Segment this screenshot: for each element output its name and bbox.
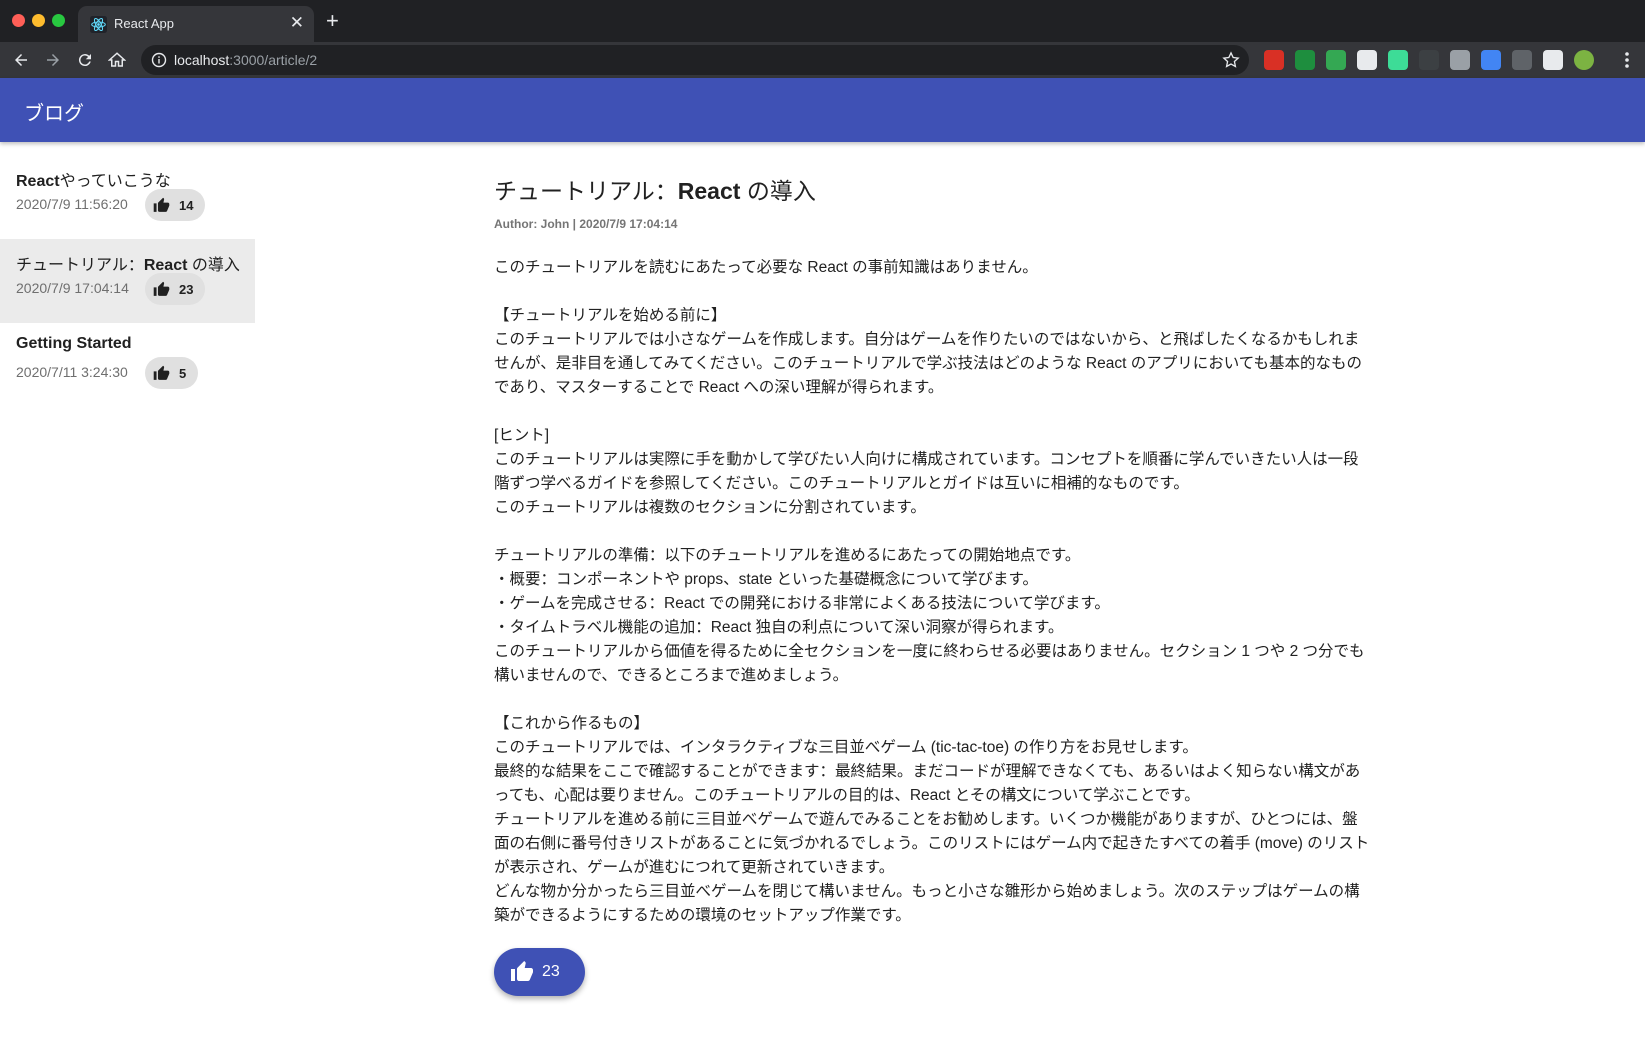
article-line: [ヒント] [494,427,550,444]
article-list: Reactやっていこうな 2020/7/9 11:56:20 14 チュートリア… [0,155,255,407]
like-count: 14 [179,197,194,213]
article-list-item-2[interactable]: チュートリアル：React の導入 2020/7/9 17:04:14 23 [0,239,255,323]
article-list-item-date: 2020/7/9 17:04:14 [16,280,129,296]
article-list-item-date: 2020/7/11 3:24:30 [16,364,128,380]
article-line: チュートリアルの準備：以下のチュートリアルを進めるにあたっての開始地点です。 [494,547,1081,564]
article-line: であり、マスターすることで React への深い理解が得られます。 [494,379,944,396]
puzzle-icon[interactable] [1543,50,1563,70]
maximize-window-button[interactable] [52,14,65,27]
like-count: 23 [179,281,194,297]
thumb-up-icon [153,281,170,296]
article-line: 築ができるようにするための環境のセットアップ作業です。 [494,907,911,924]
ext-target-icon[interactable] [1326,50,1346,70]
ext-dark-circle-icon[interactable] [1419,50,1439,70]
article-list-item-title: Reactやっていこうな [16,173,171,190]
article-list-item-title: Getting Started [16,335,132,352]
article-line: このチュートリアルは複数のセクションに分割されています。 [494,499,926,516]
article-list-item-3[interactable]: Getting Started 2020/7/11 3:24:30 5 [0,323,255,407]
article-line: このチュートリアルを読むにあたって必要な React の事前知識はありません。 [494,259,1038,276]
app-title[interactable]: ブログ [24,97,84,126]
forward-arrow-icon[interactable] [41,48,65,72]
thumb-up-icon [153,365,170,380]
like-count: 23 [542,963,560,980]
ext-grammar-icon[interactable] [1357,50,1377,70]
article-line: このチュートリアルでは小さなゲームを作成します。自分はゲームを作りたいのではない… [494,331,1360,348]
tab-strip: React App ✕ + [0,0,1645,42]
article-line: チュートリアルを進める前に三目並べゲームで遊んでみることをお勧めします。いくつか… [494,811,1358,828]
ext-vue-icon[interactable] [1450,50,1470,70]
article-line: せんが、是非目を通してみてください。このチュートリアルで学ぶ技法はどのような R… [494,355,1362,372]
ext-cube-icon[interactable] [1512,50,1532,70]
back-arrow-icon[interactable] [9,48,33,72]
new-tab-icon[interactable]: + [326,9,339,33]
like-chip[interactable]: 14 [145,189,206,221]
paragraph-spacer [494,520,1414,544]
info-icon[interactable] [151,52,167,68]
article-line: このチュートリアルは実際に手を動かして学びたい人向けに構成されています。コンセプ… [494,451,1359,468]
browser-tab[interactable]: React App ✕ [78,6,314,42]
article-title: チュートリアル：React の導入 [494,178,816,204]
paragraph-spacer [494,280,1414,304]
like-count: 5 [179,365,187,381]
ext-blue-icon[interactable] [1481,50,1501,70]
article-line: このチュートリアルでは、インタラクティブな三目並べゲーム (tic-tac-to… [494,739,1198,756]
article-meta: Author: John | 2020/7/9 17:04:14 [494,217,678,231]
more-menu-icon[interactable] [1617,50,1637,70]
home-icon[interactable] [105,48,129,72]
browser-toolbar: localhost:3000/article/2 [0,42,1645,78]
article-line: 【これから作るもの】 [494,715,650,732]
like-button[interactable]: 23 [494,948,585,996]
article-line: っても、心配は要りません。このチュートリアルの目的は、React とその構文につ… [494,787,1200,804]
ext-green-circle-icon[interactable] [1295,50,1315,70]
close-window-button[interactable] [12,14,25,27]
article-line: どんな物か分かったら三目並べゲームを閉じて構いません。もっと小さな雛形から始めま… [494,883,1360,900]
ext-red-icon[interactable] [1264,50,1284,70]
article-list-item-date: 2020/7/9 11:56:20 [16,196,128,212]
browser-chrome: React App ✕ + localhost:3000/article/2 [0,0,1645,78]
article: チュートリアル：React の導入 Author: John | 2020/7/… [494,174,1414,928]
profile-avatar-icon[interactable] [1574,50,1594,70]
article-line: が表示され、ゲームが進むにつれて更新されていきます。 [494,859,895,876]
article-line: 【チュートリアルを始める前に】 [494,307,727,324]
thumb-up-icon [153,197,170,212]
thumb-up-icon [511,961,533,981]
app-bar: ブログ [0,78,1645,142]
article-body: このチュートリアルを読むにあたって必要な React の事前知識はありません。【… [494,256,1414,928]
close-tab-icon[interactable]: ✕ [290,13,304,33]
article-line: 面の右側に番号付きリストがあることに気づかれるでしょう。このリストにはゲーム内で… [494,835,1370,852]
article-line: ・タイムトラベル機能の追加：React 独自の利点について深い洞察が得られます。 [494,619,1064,636]
url-path: :3000/article/2 [229,52,318,68]
address-bar[interactable]: localhost:3000/article/2 [141,45,1249,75]
article-line: ・ゲームを完成させる：React での開発における非常によくある技法について学び… [494,595,1110,612]
article-line: 構いませんので、できるところまで進めましょう。 [494,667,849,684]
article-line: ・概要：コンポーネントや props、state といった基礎概念について学びま… [494,571,1038,588]
paragraph-spacer [494,400,1414,424]
article-line: 階ずつ学べるガイドを参照してください。このチュートリアルとガイドは互いに相補的な… [494,475,1189,492]
article-list-item-title: チュートリアル：React の導入 [16,257,240,274]
tab-title: React App [114,16,174,31]
minimize-window-button[interactable] [32,14,45,27]
url-host: localhost [174,52,230,68]
like-chip[interactable]: 23 [145,273,206,305]
url-text: localhost:3000/article/2 [174,52,317,68]
article-line: このチュートリアルから価値を得るために全セクションを一度に終わらせる必要はありま… [494,643,1365,660]
article-line: 最終的な結果をここで確認することができます：最終結果。まだコードが理解できなくて… [494,763,1361,780]
react-logo-icon [90,16,107,33]
ext-n-icon[interactable] [1388,50,1408,70]
reload-icon[interactable] [73,48,97,72]
like-chip[interactable]: 5 [145,357,199,389]
paragraph-spacer [494,688,1414,712]
article-list-item-1[interactable]: Reactやっていこうな 2020/7/9 11:56:20 14 [0,155,255,239]
bookmark-star-icon[interactable] [1221,50,1241,70]
